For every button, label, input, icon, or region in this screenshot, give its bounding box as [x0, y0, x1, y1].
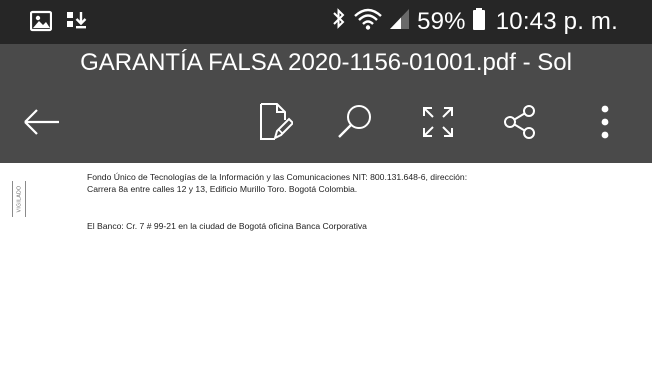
pdf-page[interactable]: VIGILADO Fondo Único de Tecnologías de l…: [0, 163, 652, 366]
wifi-icon: [353, 6, 383, 37]
bluetooth-icon: [331, 6, 347, 37]
edit-document-button[interactable]: [252, 100, 296, 144]
status-time: 10:43 p. m.: [495, 7, 618, 35]
back-button[interactable]: [20, 100, 64, 144]
more-options-icon: [600, 105, 610, 139]
image-notification-icon: [29, 10, 53, 37]
share-button[interactable]: [498, 100, 542, 144]
edit-document-icon: [255, 102, 293, 142]
vigilado-stamp: VIGILADO: [12, 181, 26, 217]
share-icon: [502, 104, 538, 140]
download-notification-icon: [66, 10, 88, 37]
document-text-line: Fondo Único de Tecnologías de la Informa…: [87, 172, 468, 182]
vigilado-stamp-text: VIGILADO: [16, 185, 23, 213]
document-title: GARANTÍA FALSA 2020-1156-01001.pdf - Sol: [80, 49, 572, 76]
fullscreen-button[interactable]: [416, 100, 460, 144]
status-bar: 59% 10:43 p. m.: [0, 0, 652, 44]
app-bar: GARANTÍA FALSA 2020-1156-01001.pdf - Sol: [0, 44, 652, 163]
status-right-indicators: 59% 10:43 p. m.: [331, 6, 618, 37]
search-button[interactable]: [333, 100, 377, 144]
battery-icon: [472, 6, 486, 37]
search-icon: [335, 102, 375, 142]
document-text-line: El Banco: Cr. 7 # 99-21 en la ciudad de …: [87, 221, 367, 231]
more-options-button[interactable]: [583, 100, 627, 144]
battery-percent: 59%: [417, 7, 466, 35]
document-text-line: Carrera 8a entre calles 12 y 13, Edifici…: [87, 184, 358, 194]
status-left-icons: [29, 10, 88, 37]
signal-icon: [389, 6, 411, 37]
fullscreen-icon: [421, 105, 455, 139]
back-arrow-icon: [22, 107, 62, 137]
